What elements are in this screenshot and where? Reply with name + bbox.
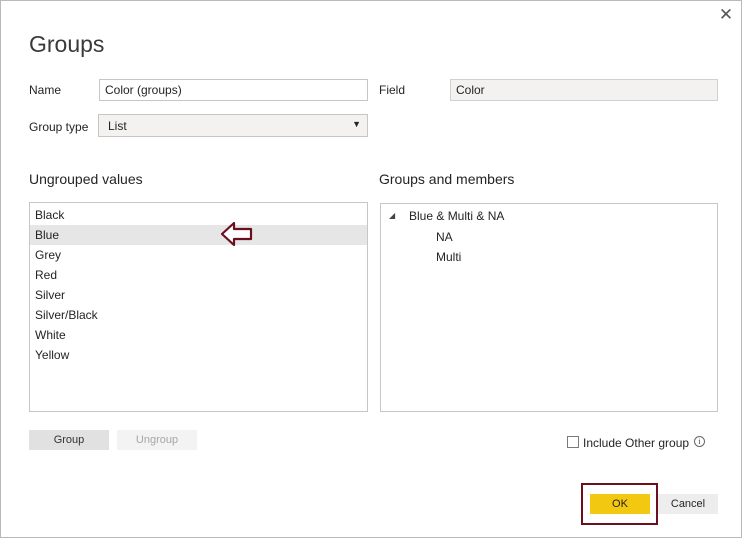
- tree-member[interactable]: NA: [381, 227, 717, 247]
- name-field[interactable]: [99, 79, 368, 101]
- group-type-select[interactable]: List ▼: [98, 114, 368, 137]
- list-item[interactable]: White: [30, 325, 367, 345]
- expand-arrow-icon[interactable]: ◢: [389, 205, 395, 227]
- ungroup-button[interactable]: Ungroup: [117, 430, 197, 450]
- close-icon[interactable]: ✕: [717, 6, 735, 24]
- list-item[interactable]: Blue: [30, 225, 367, 245]
- list-item[interactable]: Yellow: [30, 345, 367, 365]
- ungrouped-values-list[interactable]: Black Blue Grey Red Silver Silver/Black …: [29, 202, 368, 412]
- annotation-left-arrow-icon: [220, 221, 253, 247]
- dialog-title: Groups: [29, 31, 105, 57]
- tree-member[interactable]: Multi: [381, 247, 717, 267]
- include-other-checkbox[interactable]: [567, 436, 579, 448]
- list-item[interactable]: Silver/Black: [30, 305, 367, 325]
- groups-dialog: ✕ Groups Name Field Color Group type Lis…: [0, 0, 742, 538]
- name-label: Name: [29, 83, 62, 97]
- list-item[interactable]: Silver: [30, 285, 367, 305]
- info-icon[interactable]: i: [694, 436, 705, 447]
- chevron-down-icon: ▼: [352, 119, 361, 129]
- list-item[interactable]: Red: [30, 265, 367, 285]
- group-type-value: List: [108, 119, 127, 133]
- groups-and-members-title: Groups and members: [379, 171, 515, 187]
- group-type-label: Group type: [29, 120, 89, 134]
- list-item[interactable]: Black: [30, 205, 367, 225]
- field-value: Color: [450, 79, 718, 101]
- ungrouped-values-title: Ungrouped values: [29, 171, 143, 187]
- tree-group[interactable]: ◢ Blue & Multi & NA: [381, 205, 717, 227]
- groups-and-members-tree[interactable]: ◢ Blue & Multi & NA NA Multi: [380, 203, 718, 412]
- list-item[interactable]: Grey: [30, 245, 367, 265]
- group-name: Blue & Multi & NA: [409, 209, 505, 223]
- include-other-label: Include Other group: [583, 436, 690, 450]
- ok-button[interactable]: OK: [590, 494, 650, 514]
- field-label: Field: [379, 83, 406, 97]
- group-button[interactable]: Group: [29, 430, 109, 450]
- cancel-button[interactable]: Cancel: [658, 494, 718, 514]
